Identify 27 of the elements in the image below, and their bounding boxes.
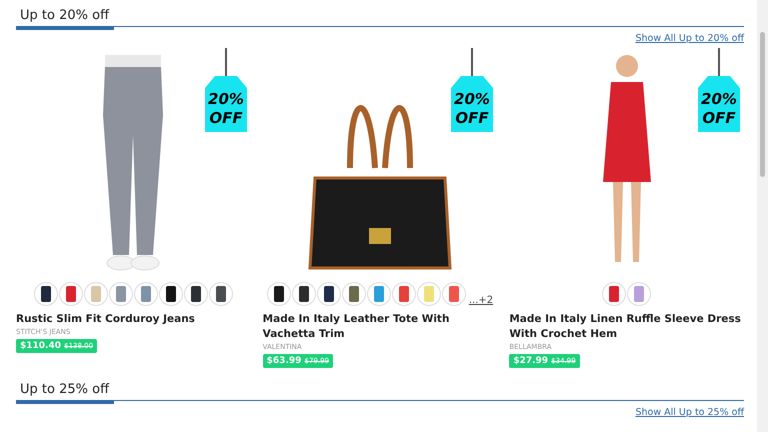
product-name[interactable]: Made In Italy Linen Ruffle Sleeve Dress With Crochet Hem [509,312,744,342]
show-all-link[interactable]: Show All Up to 25% off [635,407,744,418]
product-name[interactable]: Rustic Slim Fit Corduroy Jeans [16,312,251,327]
show-all-link[interactable]: Show All Up to 20% off [635,33,744,44]
color-swatch[interactable] [58,282,83,306]
color-swatch[interactable] [108,282,133,306]
color-swatch[interactable] [602,282,626,306]
color-swatch[interactable] [134,282,158,306]
color-swatch[interactable] [342,282,366,306]
color-swatch[interactable] [416,282,441,306]
color-swatch[interactable] [158,282,183,306]
section-title: Up to 20% off [19,8,110,25]
color-swatch[interactable] [184,282,208,306]
section-title: Up to 25% off [19,382,110,399]
color-swatch[interactable] [627,282,652,306]
color-swatch[interactable] [34,282,58,306]
color-swatch[interactable] [292,282,316,306]
color-swatch[interactable] [208,282,233,306]
more-colors-link[interactable]: ...+2 [468,295,494,306]
color-swatch[interactable] [366,282,391,306]
color-swatch[interactable] [84,282,108,306]
color-swatch[interactable] [392,282,416,306]
color-swatch[interactable] [316,282,341,306]
product-name[interactable]: Made In Italy Leather Tote With Vachetta Trim [262,312,498,342]
color-swatch[interactable] [442,282,466,306]
color-swatch[interactable] [266,282,291,306]
scrollbar[interactable] [757,0,768,432]
